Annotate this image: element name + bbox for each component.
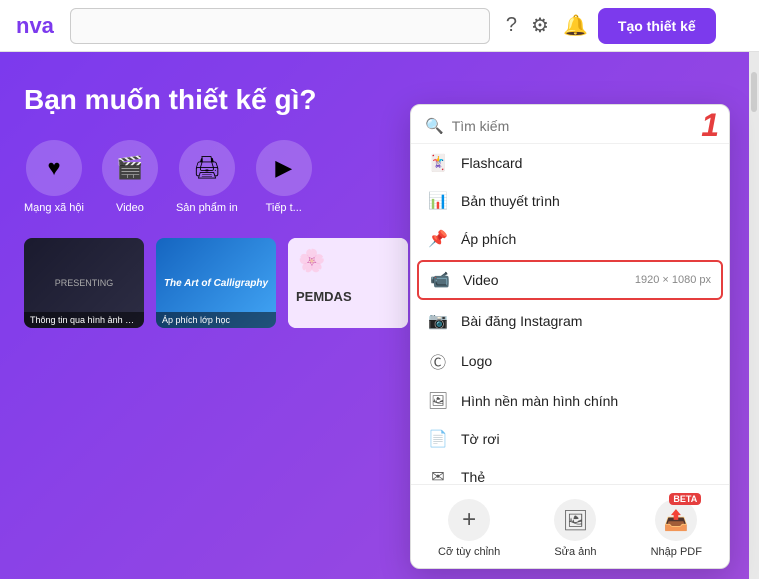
bell-icon[interactable]: 🔔 <box>563 13 588 38</box>
beta-badge: BETA <box>669 493 701 505</box>
thumb-card-2[interactable]: The Art of Calligraphy Áp phích lớp học <box>156 238 276 328</box>
edit-image-icon: 🖼 <box>554 499 596 541</box>
print-icon: 🖨 <box>179 140 235 196</box>
flyer-icon: 📄 <box>427 429 449 449</box>
dropdown-item-card-label: Thẻ <box>461 469 713 484</box>
instagram-icon: 📷 <box>427 311 449 331</box>
logo: nva <box>16 13 54 39</box>
dropdown-menu: 1 🔍 🃏 Flashcard 📊 Bản thuyết trình 📌 Áp … <box>410 104 730 569</box>
header-icons: ? ⚙ 🔔 <box>506 13 588 38</box>
dropdown-search-input[interactable] <box>452 118 715 134</box>
custom-size-icon: + <box>448 499 490 541</box>
dropdown-footer: + Cỡ tùy chỉnh 🖼 Sửa ảnh 📤 BETA Nhập PDF <box>411 484 729 568</box>
dropdown-item-flashcard[interactable]: 🃏 Flashcard <box>411 144 729 182</box>
dropdown-item-instagram-label: Bài đăng Instagram <box>461 313 713 329</box>
more-icon: ▶ <box>256 140 312 196</box>
dropdown-item-wallpaper-label: Hình nền màn hình chính <box>461 393 713 409</box>
import-pdf-icon: 📤 <box>655 499 697 541</box>
more-label: Tiếp t... <box>266 202 302 214</box>
dropdown-item-logo-label: Logo <box>461 353 713 369</box>
social-label: Mạng xã hội <box>24 202 84 214</box>
video-dimensions: 1920 × 1080 px <box>635 274 711 286</box>
thumb-label-1: Thông tin qua hình ảnh về ... <box>24 312 144 328</box>
main-area: Bạn muốn thiết kế gì? ♥ Mạng xã hội 🎬 Vi… <box>0 52 759 579</box>
dropdown-item-flyer-label: Tờ rơi <box>461 431 713 447</box>
dropdown-item-presentation-label: Bản thuyết trình <box>461 193 713 209</box>
dropdown-item-flashcard-label: Flashcard <box>461 155 713 171</box>
thumb-card-1[interactable]: PRESENTING Thông tin qua hình ảnh về ... <box>24 238 144 328</box>
dropdown-item-card[interactable]: ✉ Thẻ <box>411 458 729 484</box>
search-icon: 🔍 <box>425 117 444 135</box>
thumb-card-3[interactable]: 🌸 PEMDAS <box>288 238 408 328</box>
dropdown-item-instagram[interactable]: 📷 Bài đăng Instagram <box>411 302 729 340</box>
dropdown-item-video-label: Video <box>463 272 617 288</box>
logo-icon: Ⓒ <box>427 349 449 373</box>
flashcard-icon: 🃏 <box>427 153 449 173</box>
dropdown-search-row: 🔍 <box>411 105 729 144</box>
scrollbar[interactable] <box>749 52 759 579</box>
scroll-thumb <box>751 72 757 112</box>
print-label: Sản phẩm in <box>176 202 238 214</box>
footer-custom-size-label: Cỡ tùy chỉnh <box>438 546 500 558</box>
gear-icon[interactable]: ⚙ <box>531 13 549 38</box>
category-print[interactable]: 🖨 Sản phẩm in <box>176 140 238 214</box>
import-pdf-wrapper: 📤 BETA <box>655 499 697 541</box>
dropdown-item-presentation[interactable]: 📊 Bản thuyết trình <box>411 182 729 220</box>
dropdown-item-poster[interactable]: 📌 Áp phích <box>411 220 729 258</box>
video-item-icon: 📹 <box>429 270 451 290</box>
dropdown-item-wallpaper[interactable]: 🖼 Hình nền màn hình chính <box>411 382 729 420</box>
dropdown-item-logo[interactable]: Ⓒ Logo <box>411 340 729 382</box>
dropdown-item-poster-label: Áp phích <box>461 231 713 247</box>
dropdown-items-list: 🃏 Flashcard 📊 Bản thuyết trình 📌 Áp phíc… <box>411 144 729 484</box>
wallpaper-icon: 🖼 <box>427 391 449 411</box>
category-more[interactable]: ▶ Tiếp t... <box>256 140 312 214</box>
footer-import-pdf-label: Nhập PDF <box>651 546 702 558</box>
dropdown-item-flyer[interactable]: 📄 Tờ rơi <box>411 420 729 458</box>
help-icon[interactable]: ? <box>506 14 517 37</box>
header: nva ? ⚙ 🔔 Tạo thiết kế <box>0 0 759 52</box>
footer-custom-size[interactable]: + Cỡ tùy chỉnh <box>422 495 516 562</box>
video-label: Video <box>116 202 144 214</box>
poster-icon: 📌 <box>427 229 449 249</box>
video-icon: 🎬 <box>102 140 158 196</box>
dropdown-item-video[interactable]: 📹 Video 1920 × 1080 px <box>417 260 723 300</box>
footer-import-pdf[interactable]: 📤 BETA Nhập PDF <box>635 495 718 562</box>
social-icon: ♥ <box>26 140 82 196</box>
category-social[interactable]: ♥ Mạng xã hội <box>24 140 84 214</box>
search-input[interactable] <box>70 8 490 44</box>
presentation-icon: 📊 <box>427 191 449 211</box>
category-video[interactable]: 🎬 Video <box>102 140 158 214</box>
footer-edit-image[interactable]: 🖼 Sửa ảnh <box>538 495 612 562</box>
create-button[interactable]: Tạo thiết kế <box>598 8 716 44</box>
card-icon: ✉ <box>427 467 449 484</box>
thumb-label-2: Áp phích lớp học <box>156 312 276 328</box>
footer-edit-image-label: Sửa ảnh <box>554 546 596 558</box>
